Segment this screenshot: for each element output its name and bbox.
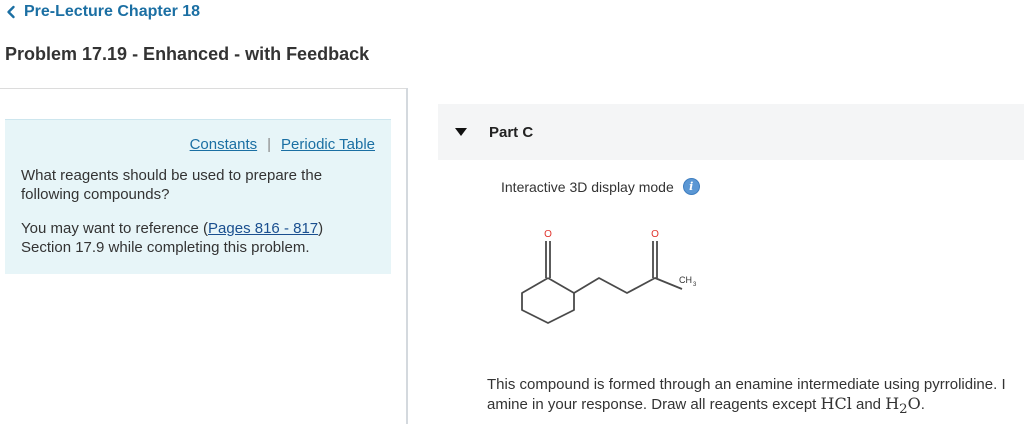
link-separator: | bbox=[267, 136, 272, 153]
header-divider bbox=[0, 88, 407, 89]
oxygen-label-1: O bbox=[544, 229, 552, 240]
pane-divider[interactable] bbox=[406, 88, 408, 424]
back-link-label: Pre-Lecture Chapter 18 bbox=[24, 3, 201, 20]
and-text: and bbox=[851, 396, 886, 413]
part-label: Part C bbox=[489, 124, 534, 141]
oxygen-label-2: O bbox=[651, 229, 659, 240]
part-c-instructions: This compound is formed through an enami… bbox=[487, 375, 1024, 419]
problem-question: What reagents should be used to prepare … bbox=[21, 167, 323, 203]
pages-reference-link[interactable]: Pages 816 - 817 bbox=[208, 220, 318, 237]
period-text: . bbox=[920, 396, 925, 413]
reference-section: Section 17.9 while completing this probl… bbox=[21, 239, 310, 256]
periodic-table-link[interactable]: Periodic Table bbox=[281, 136, 375, 153]
part-c-header[interactable]: Part C bbox=[438, 104, 1024, 160]
water-subscript: 2 bbox=[899, 402, 908, 418]
methyl-subscript: 3 bbox=[693, 282, 697, 288]
side-chain bbox=[573, 277, 683, 294]
cyclohexane-ring bbox=[521, 277, 575, 324]
back-link[interactable]: Pre-Lecture Chapter 18 bbox=[4, 3, 200, 21]
chevron-left-icon bbox=[7, 5, 15, 19]
display-mode-label[interactable]: Interactive 3D display mode bbox=[501, 179, 674, 195]
constants-link[interactable]: Constants bbox=[190, 136, 258, 153]
methyl-label: CH bbox=[679, 275, 692, 285]
page-title: Problem 17.19 - Enhanced - with Feedback bbox=[5, 44, 370, 64]
info-icon[interactable]: i bbox=[682, 178, 700, 195]
info-panel: Constants | Periodic Table What reagents… bbox=[5, 119, 391, 274]
instructions-line-2-prefix: amine in your response. Draw all reagent… bbox=[487, 396, 821, 413]
molecule-bonds bbox=[521, 241, 683, 324]
water-o: O bbox=[907, 394, 921, 413]
instructions-line-1: This compound is formed through an enami… bbox=[487, 376, 1006, 393]
problem-statement: What reagents should be used to prepare … bbox=[21, 166, 371, 272]
resource-links: Constants | Periodic Table bbox=[190, 136, 375, 153]
instructions-line-2: amine in your response. Draw all reagent… bbox=[487, 394, 1024, 419]
molecule-structure[interactable]: O O CH 3 bbox=[500, 220, 720, 330]
reference-prefix: You may want to reference ( bbox=[21, 220, 209, 237]
reference-note: You may want to reference (Pages 816 - 8… bbox=[21, 219, 371, 257]
water-formula: H2O bbox=[885, 394, 921, 417]
water-h: H bbox=[885, 394, 900, 413]
hcl-formula: HCl bbox=[820, 394, 852, 413]
reference-suffix: ) bbox=[318, 220, 324, 237]
caret-down-icon[interactable] bbox=[455, 128, 467, 136]
display-mode-row: Interactive 3D display mode i bbox=[501, 178, 700, 195]
